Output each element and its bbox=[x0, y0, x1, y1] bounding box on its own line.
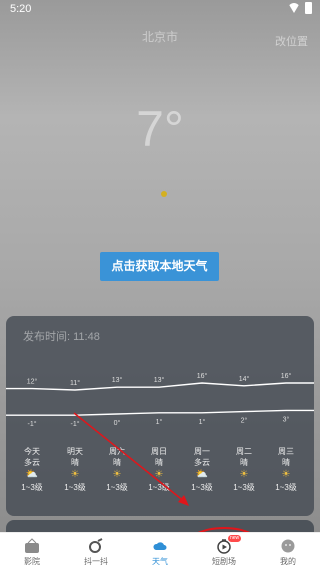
tab-label: 影院 bbox=[24, 557, 40, 566]
temperature-trend-chart: 12° -1° 11° -1° 13° 0° 13° 1° 16° 1° 14° 2° 16° 3° bbox=[6, 372, 314, 428]
wind-level: 1~3级 bbox=[233, 483, 255, 492]
wifi-icon bbox=[288, 3, 300, 13]
wind-level: 1~3级 bbox=[148, 483, 170, 492]
sun-icon: ☀ bbox=[112, 469, 122, 480]
day-condition: 晴 bbox=[240, 458, 248, 467]
high-temp-label: 13° bbox=[112, 376, 123, 384]
day-name: 今天 bbox=[24, 447, 40, 456]
low-temp-label: -1° bbox=[70, 420, 79, 428]
forecast-day: 周日晴 ☀ 1~3级 bbox=[141, 446, 177, 494]
sun-icon: ☀ bbox=[70, 469, 80, 480]
status-bar: 5:20 bbox=[0, 0, 320, 18]
low-temp-label: 2° bbox=[241, 417, 248, 425]
tab-weather[interactable]: 天气 bbox=[128, 533, 192, 568]
new-badge: new bbox=[228, 535, 242, 542]
low-temp-label: 0° bbox=[114, 419, 121, 427]
day-condition: 晴 bbox=[71, 458, 79, 467]
forecast-day: 明天晴 ☀ 1~3级 bbox=[57, 446, 93, 494]
weather-screen: 5:20 北京市 改位置 7° 点击获取本地天气 发布时间: 11:48 12°… bbox=[0, 0, 320, 532]
tab-profile[interactable]: 我的 bbox=[256, 533, 320, 568]
low-temp-label: 3° bbox=[283, 415, 290, 423]
day-name: 周一 bbox=[194, 447, 210, 456]
wind-level: 1~3级 bbox=[64, 483, 86, 492]
next-card-edge bbox=[6, 520, 314, 532]
publish-time: 发布时间: 11:48 bbox=[23, 331, 100, 343]
partly-cloudy-icon: ⛅ bbox=[25, 469, 39, 480]
tab-label: 天气 bbox=[152, 557, 168, 566]
weather-icon bbox=[153, 542, 167, 550]
forecast-day: 周二晴 ☀ 1~3级 bbox=[226, 446, 262, 494]
forecast-day: 周三晴 ☀ 1~3级 bbox=[268, 446, 304, 494]
forecast-day: 周六晴 ☀ 1~3级 bbox=[99, 446, 135, 494]
sun-icon: ☀ bbox=[154, 469, 164, 480]
high-temp-label: 11° bbox=[70, 379, 80, 387]
high-temp-label: 16° bbox=[197, 372, 208, 380]
wind-level: 1~3级 bbox=[191, 483, 213, 492]
profile-icon bbox=[281, 539, 295, 553]
status-time: 5:20 bbox=[10, 3, 32, 15]
sun-icon bbox=[161, 191, 167, 197]
tab-short-drama[interactable]: new 短剧场 bbox=[192, 533, 256, 568]
day-name: 周日 bbox=[151, 447, 167, 456]
shake-icon bbox=[89, 538, 103, 553]
high-temp-label: 16° bbox=[281, 372, 292, 380]
current-temperature: 7° bbox=[136, 101, 184, 157]
day-condition: 晴 bbox=[282, 458, 290, 467]
day-condition: 多云 bbox=[24, 458, 40, 467]
day-name: 明天 bbox=[67, 447, 83, 456]
day-name: 周二 bbox=[236, 447, 252, 456]
low-temp-label: 1° bbox=[199, 418, 206, 426]
forecast-day: 今天多云 ⛅ 1~3级 bbox=[14, 446, 50, 494]
tab-cinema[interactable]: 影院 bbox=[0, 533, 64, 568]
wind-level: 1~3级 bbox=[106, 483, 128, 492]
tab-shake[interactable]: 抖一抖 bbox=[64, 533, 128, 568]
day-condition: 晴 bbox=[155, 458, 163, 467]
day-name: 周六 bbox=[109, 447, 125, 456]
forecast-card: 发布时间: 11:48 12° -1° 11° -1° 13° 0° 13° 1° 16° 1° 1… bbox=[6, 316, 314, 516]
sun-icon: ☀ bbox=[281, 469, 291, 480]
tab-label: 抖一抖 bbox=[84, 557, 108, 566]
tab-label: 我的 bbox=[280, 557, 296, 566]
high-temp-label: 13° bbox=[154, 376, 165, 384]
low-temp-line bbox=[6, 409, 314, 416]
low-temp-label: 1° bbox=[156, 418, 163, 426]
forecast-day: 周一多云 ⛅ 1~3级 bbox=[184, 446, 220, 494]
high-temp-label: 12° bbox=[27, 378, 38, 386]
change-location-link[interactable]: 改位置 bbox=[275, 33, 308, 49]
wind-level: 1~3级 bbox=[275, 483, 297, 492]
bottom-tab-bar: 影院 抖一抖 天气 new 短剧场 我的 bbox=[0, 532, 320, 568]
day-condition: 多云 bbox=[194, 458, 210, 467]
day-condition: 晴 bbox=[113, 458, 121, 467]
low-temp-label: -1° bbox=[27, 420, 36, 428]
high-temp-label: 14° bbox=[239, 375, 250, 383]
wind-level: 1~3级 bbox=[21, 483, 43, 492]
partly-cloudy-icon: ⛅ bbox=[195, 469, 209, 480]
cinema-icon bbox=[25, 538, 39, 553]
battery-icon bbox=[305, 2, 312, 14]
tab-label: 短剧场 bbox=[212, 557, 236, 566]
get-local-weather-button[interactable]: 点击获取本地天气 bbox=[100, 252, 219, 281]
day-name: 周三 bbox=[278, 447, 294, 456]
sun-icon: ☀ bbox=[239, 469, 249, 480]
city-name: 北京市 bbox=[141, 30, 178, 44]
